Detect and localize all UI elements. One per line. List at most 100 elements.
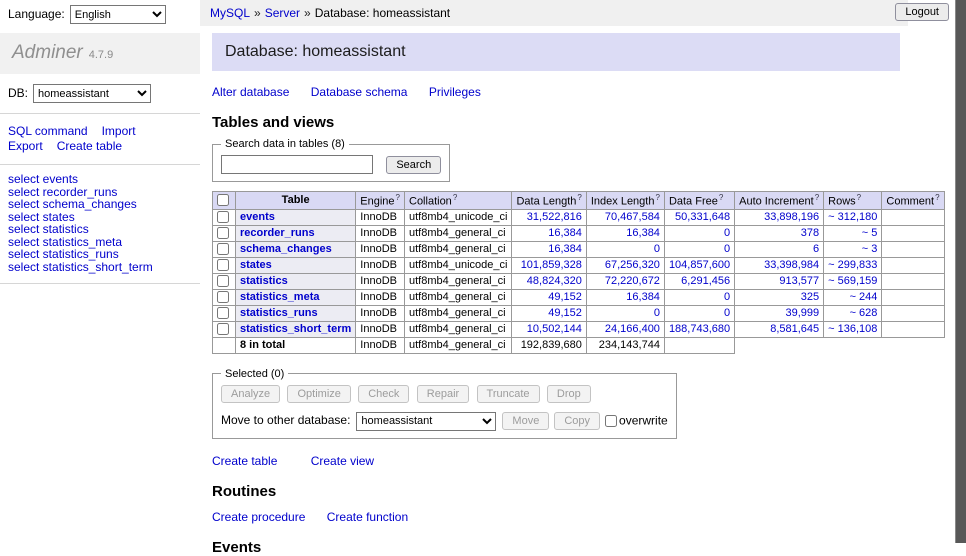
sidebar-table-link[interactable]: select schema_changes [8,198,192,211]
truncate-button[interactable]: Truncate [477,385,540,403]
database-schema-link[interactable]: Database schema [311,85,408,99]
auto-increment-link[interactable]: 325 [801,291,819,303]
auto-increment-link[interactable]: 913,577 [779,275,819,287]
data-free-link[interactable]: 0 [724,307,730,319]
repair-button[interactable]: Repair [417,385,469,403]
overwrite-checkbox[interactable] [605,415,617,427]
language-select[interactable]: English [70,5,166,24]
table-name-link[interactable]: events [240,211,275,223]
privileges-link[interactable]: Privileges [429,85,481,99]
index-length-link[interactable]: 16,384 [626,291,660,303]
auto-increment-link[interactable]: 33,398,984 [764,259,819,271]
rows-link[interactable]: ~ 569,159 [828,275,877,287]
index-length-link[interactable]: 16,384 [626,227,660,239]
sql-command-link[interactable]: SQL command [8,124,88,138]
create-function-link[interactable]: Create function [327,510,408,524]
alter-database-link[interactable]: Alter database [212,85,289,99]
breadcrumb-server-link[interactable]: Server [265,6,300,20]
data-free-link[interactable]: 0 [724,243,730,255]
table-name-link[interactable]: statistics_runs [240,307,318,319]
data-length-link[interactable]: 49,152 [548,291,582,303]
rows-link[interactable]: ~ 628 [850,307,878,319]
help-icon[interactable]: ? [396,193,400,202]
index-length-link[interactable]: 0 [654,243,660,255]
table-name-link[interactable]: statistics [240,275,288,287]
row-select-checkbox[interactable] [217,259,229,271]
data-length-link[interactable]: 49,152 [548,307,582,319]
auto-increment-link[interactable]: 8,581,645 [770,323,819,335]
logout-button[interactable]: Logout [895,3,949,21]
help-icon[interactable]: ? [935,193,939,202]
help-icon[interactable]: ? [577,193,581,202]
drop-button[interactable]: Drop [547,385,591,403]
table-name-link[interactable]: statistics_short_term [240,323,351,335]
index-length-link[interactable]: 70,467,584 [605,211,660,223]
data-free-link[interactable]: 104,857,600 [669,259,730,271]
auto-increment-link[interactable]: 39,999 [786,307,820,319]
optimize-button[interactable]: Optimize [287,385,350,403]
data-free-link[interactable]: 188,743,680 [669,323,730,335]
rows-link[interactable]: ~ 5 [862,227,878,239]
create-table-link-main[interactable]: Create table [212,454,277,468]
analyze-button[interactable]: Analyze [221,385,280,403]
move-database-select[interactable]: homeassistant [356,412,496,431]
row-select-checkbox[interactable] [217,243,229,255]
auto-increment-link[interactable]: 33,898,196 [764,211,819,223]
data-free-link[interactable]: 0 [724,291,730,303]
data-length-link[interactable]: 16,384 [548,243,582,255]
row-select-checkbox[interactable] [217,291,229,303]
help-icon[interactable]: ? [453,193,457,202]
data-length-link[interactable]: 101,859,328 [521,259,582,271]
sidebar-table-link[interactable]: select statistics_short_term [8,261,192,274]
rows-link[interactable]: ~ 244 [850,291,878,303]
auto-increment-link[interactable]: 6 [813,243,819,255]
vertical-scrollbar[interactable] [955,0,966,543]
sidebar-table-link[interactable]: select statistics_runs [8,248,192,261]
data-length-link[interactable]: 16,384 [548,227,582,239]
data-free-link[interactable]: 50,331,648 [675,211,730,223]
select-all-checkbox[interactable] [217,194,229,206]
help-icon[interactable]: ? [815,193,819,202]
rows-link[interactable]: ~ 136,108 [828,323,877,335]
help-icon[interactable]: ? [655,193,659,202]
help-icon[interactable]: ? [857,193,861,202]
data-length-link[interactable]: 48,824,320 [527,275,582,287]
sidebar-table-link[interactable]: select statistics [8,223,192,236]
rows-link[interactable]: ~ 3 [862,243,878,255]
rows-link[interactable]: ~ 312,180 [828,211,877,223]
breadcrumb-root-link[interactable]: MySQL [210,6,250,20]
rows-link[interactable]: ~ 299,833 [828,259,877,271]
auto-increment-link[interactable]: 378 [801,227,819,239]
index-length-link[interactable]: 72,220,672 [605,275,660,287]
help-icon[interactable]: ? [719,193,723,202]
check-button[interactable]: Check [358,385,409,403]
table-name-link[interactable]: recorder_runs [240,227,315,239]
search-input[interactable] [221,155,373,174]
move-button[interactable]: Move [502,412,549,430]
table-name-link[interactable]: statistics_meta [240,291,320,303]
row-select-checkbox[interactable] [217,275,229,287]
export-link[interactable]: Export [8,139,43,153]
import-link[interactable]: Import [102,124,136,138]
create-procedure-link[interactable]: Create procedure [212,510,305,524]
copy-button[interactable]: Copy [554,412,600,430]
data-free-link[interactable]: 0 [724,227,730,239]
data-length-link[interactable]: 31,522,816 [527,211,582,223]
table-name-link[interactable]: schema_changes [240,243,332,255]
row-select-checkbox[interactable] [217,211,229,223]
search-button[interactable]: Search [386,156,441,174]
create-table-link[interactable]: Create table [57,139,122,153]
row-select-checkbox[interactable] [217,227,229,239]
adminer-logo-link[interactable]: Adminer [12,42,83,63]
index-length-link[interactable]: 24,166,400 [605,323,660,335]
data-length-link[interactable]: 10,502,144 [527,323,582,335]
index-length-link[interactable]: 0 [654,307,660,319]
index-length-link[interactable]: 67,256,320 [605,259,660,271]
row-select-checkbox[interactable] [217,323,229,335]
db-select[interactable]: homeassistant [33,84,151,103]
create-view-link[interactable]: Create view [311,454,374,468]
sidebar-table-link[interactable]: select events [8,173,192,186]
row-select-checkbox[interactable] [217,307,229,319]
data-free-link[interactable]: 6,291,456 [681,275,730,287]
table-name-link[interactable]: states [240,259,272,271]
